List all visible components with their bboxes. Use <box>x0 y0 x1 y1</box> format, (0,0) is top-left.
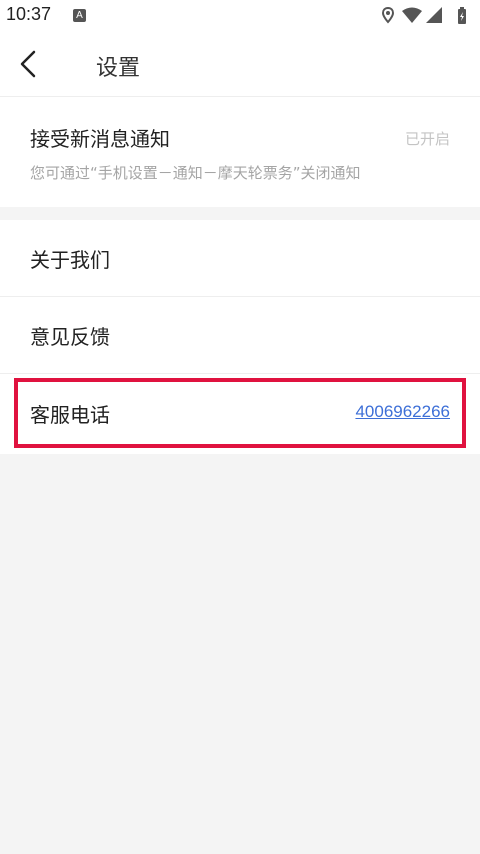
notification-app-icon: A <box>73 9 86 22</box>
about-us-label: 关于我们 <box>30 248 110 272</box>
chevron-left-icon <box>20 50 36 78</box>
service-phone-label: 客服电话 <box>30 403 110 427</box>
feedback-item[interactable]: 意见反馈 <box>0 297 480 373</box>
location-icon <box>381 6 395 24</box>
notification-title: 接受新消息通知 <box>30 127 170 151</box>
feedback-label: 意见反馈 <box>30 325 110 349</box>
back-button[interactable] <box>10 40 54 88</box>
service-phone-link[interactable]: 4006962266 <box>355 402 450 422</box>
status-time: 10:37 <box>6 4 52 24</box>
signal-icon <box>426 7 442 23</box>
service-phone-item[interactable]: 客服电话 4006962266 <box>0 375 480 451</box>
page-title: 设置 <box>96 56 141 81</box>
battery-icon <box>458 7 466 24</box>
status-bar: 10:37 A <box>0 0 480 32</box>
nav-bar: 设置 <box>0 32 480 97</box>
divider <box>0 373 480 374</box>
notification-status: 已开启 <box>404 130 450 148</box>
status-icons <box>381 6 472 26</box>
notification-description: 您可通过“手机设置－通知－摩天轮票务”关闭通知 <box>30 164 361 182</box>
wifi-icon <box>402 7 422 23</box>
about-us-item[interactable]: 关于我们 <box>0 220 480 296</box>
notification-setting[interactable]: 接受新消息通知 已开启 您可通过“手机设置－通知－摩天轮票务”关闭通知 <box>0 97 480 207</box>
settings-list: 关于我们 意见反馈 客服电话 4006962266 <box>0 220 480 454</box>
